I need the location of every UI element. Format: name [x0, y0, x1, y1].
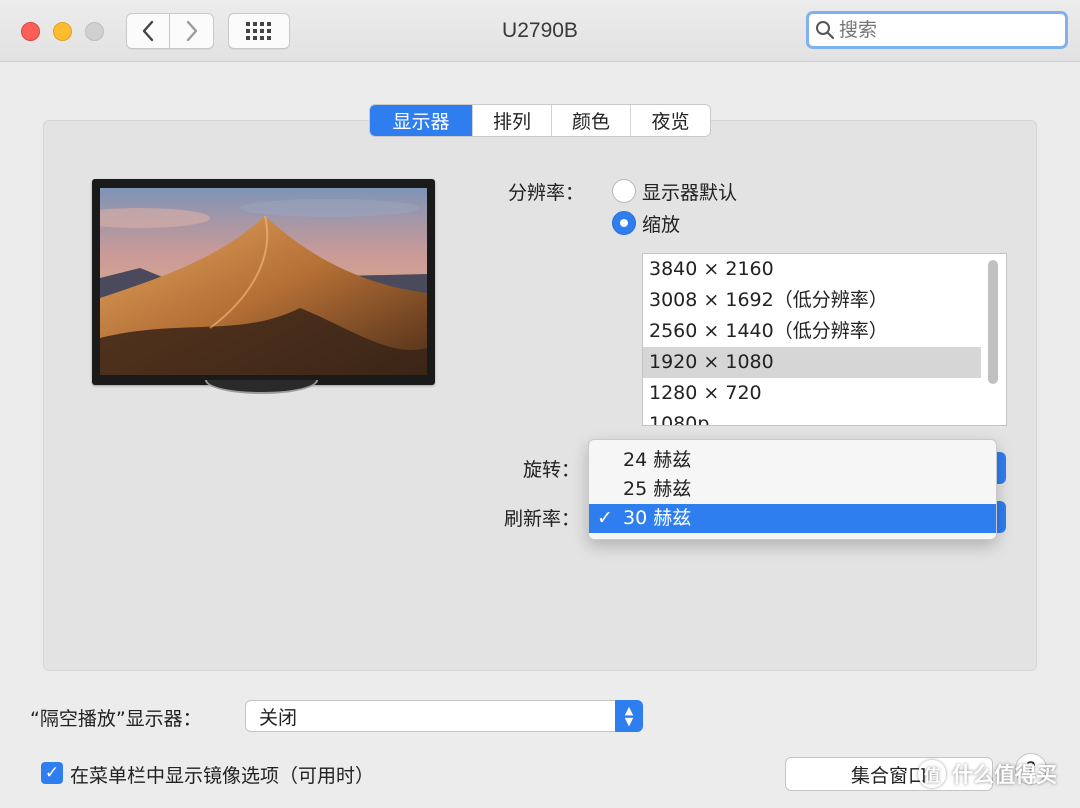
- radio-default-label: 显示器默认: [642, 182, 738, 204]
- resolution-label: 分辨率：: [507, 182, 584, 204]
- radio-scaled[interactable]: [612, 211, 636, 235]
- tab-color[interactable]: 颜色: [551, 105, 630, 136]
- chevron-left-icon: [142, 20, 154, 42]
- resolution-option[interactable]: 2560 × 1440（低分辨率）: [643, 316, 1006, 347]
- updown-arrows-icon: ▲ ▼: [615, 700, 643, 732]
- watermark-logo: 值: [918, 760, 946, 788]
- resolution-option[interactable]: 1080p: [643, 409, 1006, 425]
- back-button[interactable]: [126, 13, 170, 49]
- desktop-wallpaper: [100, 188, 427, 375]
- refresh-option-24[interactable]: 24 赫兹: [589, 446, 996, 475]
- radio-default[interactable]: [612, 179, 636, 203]
- tab-display[interactable]: 显示器: [370, 105, 472, 136]
- mirror-options-checkbox[interactable]: ✓: [41, 762, 63, 784]
- refresh-option-label: 25 赫兹: [623, 478, 692, 500]
- mirror-options-label: 在菜单栏中显示镜像选项（可用时）: [70, 765, 375, 787]
- zoom-window-button[interactable]: [85, 22, 104, 41]
- refresh-option-30[interactable]: ✓ 30 赫兹: [589, 504, 996, 533]
- search-field[interactable]: [806, 11, 1068, 49]
- resolution-option[interactable]: 1280 × 720: [643, 378, 1006, 409]
- watermark-text: 什么值得买: [952, 763, 1057, 787]
- refresh-option-label: 24 赫兹: [623, 449, 692, 471]
- chevron-right-icon: [186, 20, 197, 42]
- resolution-option-selected[interactable]: 1920 × 1080: [643, 347, 981, 378]
- forward-button[interactable]: [170, 13, 214, 49]
- list-scrollbar[interactable]: [988, 260, 998, 384]
- resolution-list[interactable]: 3840 × 2160 3008 × 1692（低分辨率） 2560 × 144…: [642, 253, 1007, 426]
- close-window-button[interactable]: [21, 22, 40, 41]
- title-bar: U2790B: [0, 0, 1080, 62]
- refresh-rate-label: 刷新率：: [503, 508, 580, 530]
- tab-night-shift[interactable]: 夜览: [630, 105, 710, 136]
- refresh-rate-menu: 24 赫兹 25 赫兹 ✓ 30 赫兹: [588, 439, 997, 540]
- watermark: 值 什么值得买: [918, 759, 1057, 789]
- rotation-label: 旋转：: [522, 459, 580, 481]
- resolution-option[interactable]: 3840 × 2160: [643, 254, 1006, 285]
- refresh-option-25[interactable]: 25 赫兹: [589, 475, 996, 504]
- search-input[interactable]: [839, 19, 1039, 41]
- tab-arrangement[interactable]: 排列: [472, 105, 551, 136]
- grid-icon: [246, 22, 271, 40]
- tab-bar: 显示器 排列 颜色 夜览: [369, 104, 711, 137]
- radio-scaled-label: 缩放: [642, 214, 681, 236]
- show-all-button[interactable]: [228, 13, 290, 49]
- minimize-window-button[interactable]: [53, 22, 72, 41]
- checkmark-icon: ✓: [597, 507, 613, 529]
- search-icon: [816, 21, 835, 40]
- airplay-select[interactable]: 关闭 ▲ ▼: [245, 700, 643, 732]
- monitor-image: [92, 179, 435, 385]
- resolution-option[interactable]: 3008 × 1692（低分辨率）: [643, 285, 1006, 316]
- airplay-value: 关闭: [259, 706, 298, 729]
- refresh-option-label: 30 赫兹: [623, 507, 692, 529]
- airplay-label: “隔空播放”显示器：: [30, 708, 202, 730]
